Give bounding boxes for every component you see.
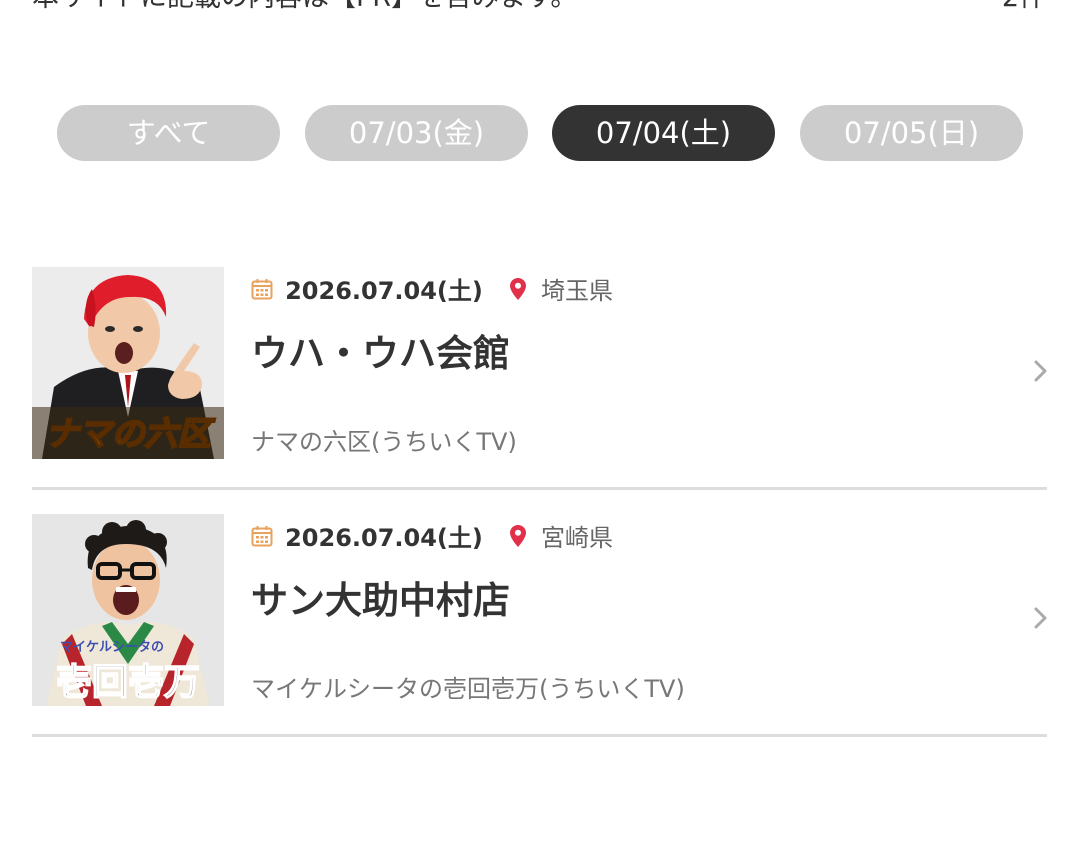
event-item[interactable]: マイケルシータの 壱回壱万 2026.07.04(土) 宮崎県 サン大助中村店 … xyxy=(32,514,1047,737)
pr-notice-bar: 本サイトに記載の内容は【PR】を含みます。 2件 xyxy=(0,0,1080,22)
thumb-logo-subtitle: マイケルシータの xyxy=(60,640,164,655)
chevron-right-icon[interactable] xyxy=(1031,359,1051,383)
thumb-logo-text: 壱回壱万 xyxy=(56,661,200,703)
event-meta: 2026.07.04(土) 宮崎県 xyxy=(251,518,613,554)
event-prefecture: 埼玉県 xyxy=(541,277,614,305)
tab-0703[interactable]: 07/03(金) xyxy=(305,105,528,161)
calendar-icon xyxy=(251,525,273,546)
event-item[interactable]: ナマの六区 2026.07.04(土) 埼玉県 ウハ・ウハ会館 ナマの六区(うち… xyxy=(32,267,1047,490)
event-thumbnail: マイケルシータの 壱回壱万 xyxy=(32,514,224,706)
event-venue-title[interactable]: ウハ・ウハ会館 xyxy=(251,323,510,377)
tab-0705[interactable]: 07/05(日) xyxy=(800,105,1023,161)
event-date: 2026.07.04(土) xyxy=(285,524,483,552)
event-venue-title[interactable]: サン大助中村店 xyxy=(251,570,510,624)
event-program: マイケルシータの壱回壱万(うちいくTV) xyxy=(251,675,685,703)
chevron-right-icon[interactable] xyxy=(1031,606,1051,630)
event-program: ナマの六区(うちいくTV) xyxy=(251,428,517,456)
event-prefecture: 宮崎県 xyxy=(541,524,614,552)
map-pin-icon xyxy=(509,277,526,300)
event-date: 2026.07.04(土) xyxy=(285,277,483,305)
map-pin-icon xyxy=(509,524,526,547)
result-count: 2件 xyxy=(1002,0,1046,18)
tab-all[interactable]: すべて xyxy=(57,105,280,161)
pr-notice-text: 本サイトに記載の内容は【PR】を含みます。 xyxy=(32,0,577,18)
event-thumbnail: ナマの六区 xyxy=(32,267,224,459)
thumb-logo-text: ナマの六区 xyxy=(46,414,216,453)
date-filter-tabs: すべて 07/03(金) 07/04(土) 07/05(日) xyxy=(57,105,1023,161)
event-list: ナマの六区 2026.07.04(土) 埼玉県 ウハ・ウハ会館 ナマの六区(うち… xyxy=(32,267,1047,761)
tab-0704[interactable]: 07/04(土) xyxy=(552,105,775,161)
calendar-icon xyxy=(251,278,273,299)
event-meta: 2026.07.04(土) 埼玉県 xyxy=(251,271,613,307)
